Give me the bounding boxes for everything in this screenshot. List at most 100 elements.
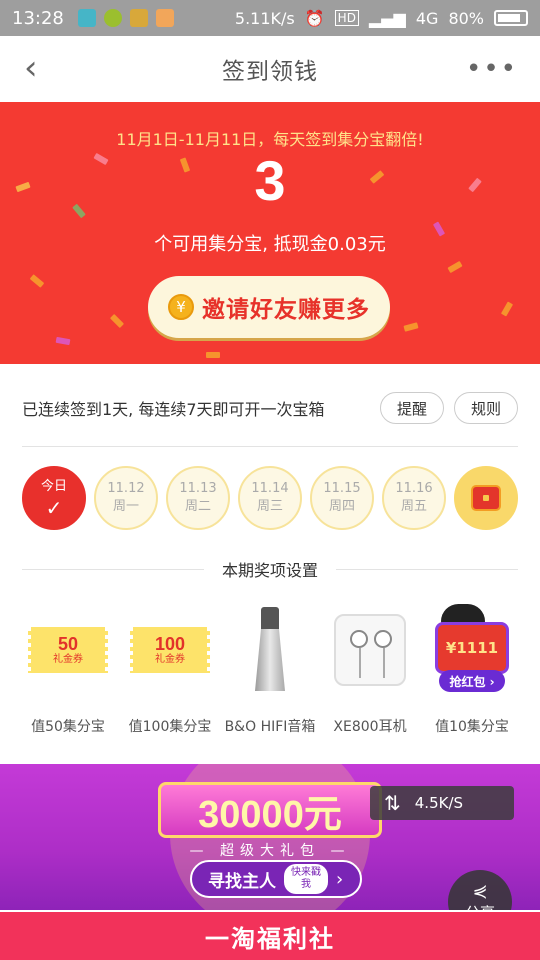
divider (22, 446, 518, 447)
prize-label: 值10集分宝 (435, 719, 509, 735)
confetti (403, 322, 419, 332)
network-speed-overlay: ⇅ 4.5K/S (370, 786, 514, 820)
confetti (447, 260, 463, 274)
notification-app-icon (129, 9, 148, 27)
prize-item[interactable]: 50 礼金券 值50集分宝 (18, 600, 118, 740)
earphone-wire (383, 648, 385, 678)
scan-app-icon (77, 9, 96, 27)
chevron-right-icon: › (336, 868, 344, 890)
day-item[interactable]: 11.12 周一 (94, 466, 158, 530)
coupon-sub: 礼金券 (155, 654, 185, 665)
check-icon: ✓ (45, 496, 63, 520)
prize-item[interactable]: XE800耳机 (320, 600, 420, 740)
red-packet-value: ¥1111 (435, 622, 509, 674)
net-speed: 5.11K/s (234, 8, 295, 28)
prize-item[interactable]: B&O HIFI音箱 (220, 600, 320, 740)
day-date: 11.13 (179, 481, 217, 496)
day-item[interactable]: 11.16 周五 (382, 466, 446, 530)
coupon-icon: 50 礼金券 (25, 627, 111, 673)
prize-item[interactable]: 100 礼金券 值100集分宝 (120, 600, 220, 740)
sign-in-calendar: 今日 ✓ 11.12 周一 11.13 周二 11.14 周三 11.15 周四… (22, 466, 522, 532)
day-weekday: 周一 (112, 499, 139, 514)
hd-icon: HD (334, 10, 359, 26)
earphone-image (334, 614, 406, 686)
find-owner-button[interactable]: 寻找主人 快来戳我 › (190, 860, 362, 898)
status-right: 5.11K/s ⏰ HD ▂▄▆ 4G 80% (235, 9, 528, 28)
more-icon[interactable]: ••• (466, 54, 518, 84)
invite-label: 邀请好友赚更多 (202, 297, 370, 323)
status-time: 13:28 (12, 7, 64, 29)
confetti (55, 336, 71, 346)
divider (336, 568, 519, 570)
page-title: 签到领钱 (222, 59, 318, 85)
welfare-club-banner[interactable]: 一淘福利社 (0, 910, 540, 960)
status-bar: 13:28 5.11K/s ⏰ HD ▂▄▆ 4G 80% (0, 0, 540, 36)
battery-level: 80% (448, 8, 484, 28)
day-label: 今日 (40, 479, 67, 494)
network-type: 4G (415, 8, 439, 28)
day-item[interactable]: 11.14 周三 (238, 466, 302, 530)
invite-friends-button[interactable]: ¥ 邀请好友赚更多 (148, 276, 390, 338)
overlay-speed: 4.5K/S (414, 794, 464, 812)
day-date: 11.14 (251, 481, 289, 496)
alarm-icon: ⏰ (304, 8, 325, 28)
day-weekday: 周二 (184, 499, 211, 514)
rules-button[interactable]: 规则 (453, 392, 518, 424)
day-weekday: 周三 (256, 499, 283, 514)
streak-text: 已连续签到1天, 每连续7天即可开一次宝箱 (22, 400, 325, 419)
prize-section-header: 本期奖项设置 (22, 556, 519, 582)
battery-icon (494, 10, 528, 26)
find-owner-label: 寻找主人 (208, 871, 276, 892)
cat-app-icon (155, 9, 174, 27)
share-icon: ⋞ (472, 880, 488, 902)
day-item[interactable]: 11.15 周四 (310, 466, 374, 530)
speaker-body (255, 629, 285, 691)
back-icon[interactable]: ‹ (24, 50, 60, 86)
prize-visual (320, 600, 420, 700)
coupon-icon: 100 礼金券 (127, 627, 213, 673)
streak-row: 已连续签到1天, 每连续7天即可开一次宝箱 提醒 规则 (22, 388, 518, 428)
day-date: 11.15 (323, 481, 361, 496)
day-date: 11.12 (107, 481, 145, 496)
coin-icon: ¥ (168, 294, 194, 320)
find-owner-sub: 快来戳我 (284, 864, 328, 894)
signal-icon: ▂▄▆ (368, 8, 406, 28)
status-left: 13:28 (12, 8, 174, 29)
divider (22, 568, 204, 570)
earphone-wire (359, 648, 361, 678)
confetti (500, 301, 514, 317)
points-count: 3 (254, 149, 286, 212)
red-packet-image: ¥1111 抢红包 › (435, 604, 509, 692)
nav-bar: ‹ 签到领钱 ••• (0, 36, 540, 102)
treasure-chest-icon (471, 485, 501, 511)
promo-amount: 30000元 (158, 782, 382, 838)
day-weekday: 周四 (328, 499, 355, 514)
day-date: 11.16 (395, 481, 433, 496)
day-today[interactable]: 今日 ✓ (22, 466, 86, 530)
coupon-value: 100 (154, 634, 186, 654)
confetti (109, 313, 125, 329)
confetti (206, 352, 220, 358)
day-item[interactable]: 11.13 周二 (166, 466, 230, 530)
prize-list: 50 礼金券 值50集分宝 100 礼金券 值100集分宝 B&O HIFI音箱 (0, 600, 540, 740)
points-description: 个可用集分宝, 抵现金0.03元 (154, 234, 386, 255)
promo-text: 11月1日-11月11日，每天签到集分宝翻倍! (116, 130, 424, 149)
speaker-image (255, 607, 285, 693)
welfare-club-label: 一淘福利社 (205, 924, 335, 953)
prize-section-title: 本期奖项设置 (222, 561, 319, 580)
coupon-sub: 礼金券 (53, 654, 83, 665)
sign-in-banner: 11月1日-11月11日，每天签到集分宝翻倍! 3 个可用集分宝, 抵现金0.0… (0, 102, 540, 364)
prize-item[interactable]: ¥1111 抢红包 › 值10集分宝 (422, 600, 522, 740)
transfer-icon: ⇅ (384, 791, 401, 815)
treasure-chest-day[interactable] (454, 466, 518, 530)
earbud-right (374, 630, 392, 648)
promo-subtitle: — 超级大礼包 — (189, 843, 351, 859)
remind-button[interactable]: 提醒 (379, 392, 444, 424)
plus-app-icon (103, 9, 122, 27)
prize-visual (220, 600, 320, 700)
earbud-left (350, 630, 368, 648)
grab-red-packet-button: 抢红包 › (439, 670, 505, 692)
prize-visual: ¥1111 抢红包 › (422, 600, 522, 700)
day-weekday: 周五 (400, 499, 427, 514)
prize-visual: 100 礼金券 (120, 600, 220, 700)
